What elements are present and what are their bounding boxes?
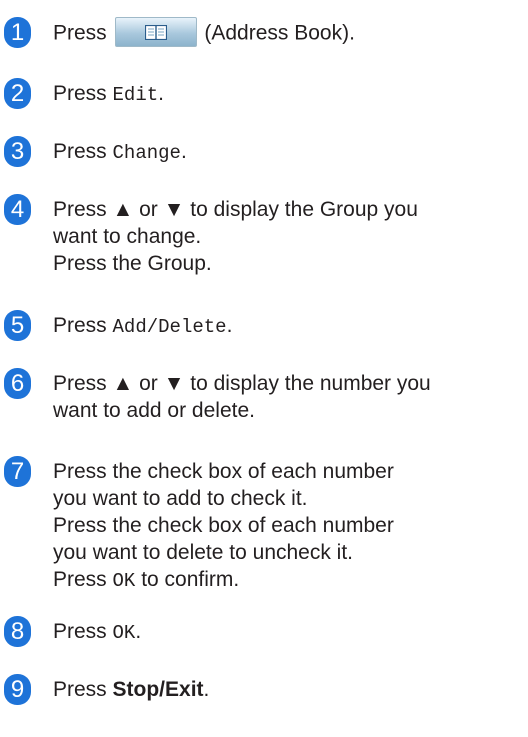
step-text-label: to confirm. [141, 568, 240, 591]
address-book-icon [144, 25, 167, 40]
step-text: Press Change. [53, 138, 528, 167]
step-text-line: you want to add to check it. [53, 487, 308, 510]
step-number-badge: 6 [4, 368, 31, 399]
address-book-button[interactable] [114, 17, 197, 47]
edit-key-label: Edit [112, 84, 159, 106]
step-text-punct: . [158, 82, 164, 105]
step-text-line: Press the check box of each number [53, 460, 394, 483]
stop-exit-key-label: Stop/Exit [112, 678, 204, 701]
step-text-line: Press the Group. [53, 252, 212, 275]
step-text: Press ▲ or ▼ to display the Group you wa… [53, 196, 528, 277]
step-text: Press Add/Delete. [53, 312, 528, 341]
step-text-line: Press ▲ or ▼ to display the Group you [53, 198, 418, 221]
step-text-punct: . [180, 140, 187, 163]
step-text-line: Press ▲ or ▼ to display the number you [53, 372, 431, 395]
step-text: Press the check box of each number you w… [53, 458, 528, 595]
step-text-line: Press OK to confirm. [53, 566, 528, 595]
step-number-badge: 9 [4, 674, 31, 705]
add-delete-key-label: Add/Delete [112, 316, 227, 338]
step-text-press: Press [53, 21, 107, 45]
step-text-punct: . [135, 620, 142, 643]
step-text-punct: . [226, 314, 233, 337]
step-text-press: Press [53, 620, 107, 643]
step-number-badge: 7 [4, 456, 31, 487]
step-number-badge: 5 [4, 310, 31, 341]
step-text-line: Press the check box of each number [53, 514, 394, 537]
step-text-press: Press [53, 140, 107, 163]
step-number-badge: 1 [4, 17, 31, 48]
step-text-line: want to add or delete. [53, 399, 255, 422]
step-text-line: you want to delete to uncheck it. [53, 541, 354, 564]
step-text-line: want to change. [53, 225, 202, 248]
step-text: Press Stop/Exit. [53, 676, 528, 703]
step-text: Press OK. [53, 618, 528, 647]
step-number-badge: 2 [4, 78, 31, 109]
step-number-badge: 3 [4, 136, 31, 167]
step-number-badge: 4 [4, 194, 31, 225]
step-text-press: Press [53, 568, 107, 591]
step-text-press: Press [53, 678, 107, 701]
step-text: Press Edit. [53, 80, 528, 109]
step-number-badge: 8 [4, 616, 31, 647]
step-text-label: (Address Book). [204, 21, 355, 45]
step-text-press: Press [53, 82, 107, 105]
ok-key-label: OK [112, 622, 136, 644]
change-key-label: Change [112, 142, 181, 164]
step-text: Press ▲ or ▼ to display the number you w… [53, 370, 528, 424]
step-text-press: Press [53, 314, 107, 337]
step-text-punct: . [203, 678, 210, 701]
step-text: Press (Address Book). [53, 17, 528, 49]
ok-key-label: OK [112, 570, 136, 592]
